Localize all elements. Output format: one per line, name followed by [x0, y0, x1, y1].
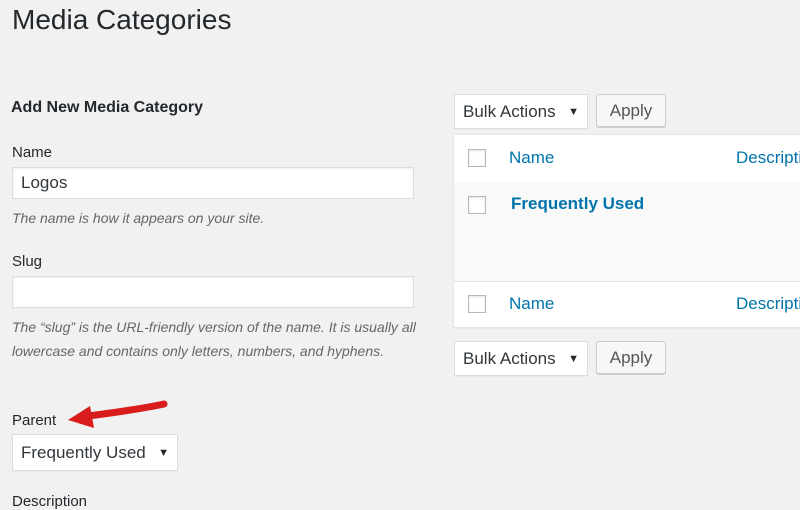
bulk-actions-select-top[interactable]: Bulk Actions ▼	[454, 94, 588, 129]
name-label: Name	[12, 144, 53, 161]
annotation-arrow-icon	[68, 400, 168, 428]
select-all-checkbox-footer[interactable]	[468, 295, 486, 313]
caret-down-icon: ▼	[568, 105, 579, 118]
apply-button-top[interactable]: Apply	[596, 94, 666, 127]
table-header-row: Name Description	[454, 135, 800, 183]
column-header-description[interactable]: Description	[736, 148, 800, 168]
row-checkbox[interactable]	[468, 196, 486, 214]
name-help-text: The name is how it appears on your site.	[12, 210, 265, 226]
caret-down-icon: ▼	[158, 446, 169, 459]
table-row: Frequently Used	[454, 182, 800, 281]
parent-select[interactable]: Frequently Used ▼	[12, 434, 178, 471]
row-title-link[interactable]: Frequently Used	[511, 194, 644, 214]
slug-label: Slug	[12, 253, 43, 270]
categories-table: Name Description Frequently Used Name De…	[453, 134, 800, 328]
slug-help-text: The “slug” is the URL-friendly version o…	[12, 319, 416, 359]
form-heading: Add New Media Category	[11, 99, 204, 116]
column-header-name[interactable]: Name	[509, 148, 554, 168]
bulk-actions-value: Bulk Actions	[463, 348, 556, 368]
parent-select-value: Frequently Used	[21, 442, 146, 462]
apply-button-bottom[interactable]: Apply	[596, 341, 666, 374]
caret-down-icon: ▼	[568, 352, 579, 365]
column-footer-name[interactable]: Name	[509, 294, 554, 314]
parent-label: Parent	[12, 412, 57, 429]
table-footer-row: Name Description	[454, 281, 800, 328]
slug-input[interactable]	[12, 276, 414, 308]
column-footer-description[interactable]: Description	[736, 294, 800, 314]
name-input[interactable]	[12, 167, 414, 199]
bulk-actions-select-bottom[interactable]: Bulk Actions ▼	[454, 341, 588, 376]
page-title: Media Categories	[12, 4, 232, 35]
bulk-actions-value: Bulk Actions	[463, 101, 556, 121]
select-all-checkbox[interactable]	[468, 149, 486, 167]
